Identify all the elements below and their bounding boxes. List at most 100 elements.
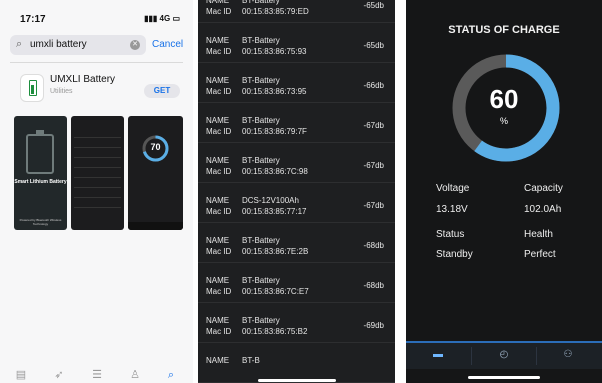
- mini-tab-bar: [128, 222, 183, 230]
- layers-icon[interactable]: ☰: [90, 368, 104, 382]
- battery-icon: [29, 80, 37, 96]
- device-rssi: -66db: [363, 81, 384, 90]
- device-mac: 00:15:83:86:7C:98: [242, 167, 308, 176]
- device-row[interactable]: NAME BT-Battery Mac ID 00:15:83:86:7E:2B -68…: [198, 223, 395, 263]
- joystick-icon[interactable]: ♙: [128, 368, 142, 382]
- app-name[interactable]: UMXLI Battery: [50, 74, 115, 85]
- name-label: NAME: [206, 36, 230, 45]
- device-row[interactable]: NAME DCS-12V100Ah Mac ID 00:15:83:85:77:17 -…: [198, 183, 395, 223]
- device-mac: 00:15:83:86:75:93: [242, 47, 307, 56]
- mini-row: [74, 158, 121, 168]
- mac-label: Mac ID: [206, 87, 232, 96]
- app-icon[interactable]: [20, 74, 44, 102]
- health-label: Health: [524, 229, 553, 240]
- device-mac: 00:15:83:86:75:B2: [242, 327, 308, 336]
- device-rssi: -65db: [363, 41, 384, 50]
- status-value: Standby: [436, 249, 473, 260]
- name-label: NAME: [206, 0, 230, 5]
- charge-value: 60: [489, 84, 519, 114]
- divider: [10, 62, 183, 63]
- network-icon[interactable]: ⚇: [558, 349, 578, 363]
- mac-label: Mac ID: [206, 207, 232, 216]
- status-bar: 17:17 ▮▮▮ 4G ▭: [12, 14, 182, 28]
- mac-label: Mac ID: [206, 47, 232, 56]
- app-screenshot-3[interactable]: 70: [128, 116, 183, 230]
- device-name: BT-Battery: [242, 76, 280, 85]
- cancel-button[interactable]: Cancel: [152, 39, 183, 50]
- mac-label: Mac ID: [206, 327, 232, 336]
- device-rssi: -68db: [363, 281, 384, 290]
- mini-row: [74, 168, 121, 178]
- device-row[interactable]: NAME BT-Battery Mac ID 00:15:83:86:73:95 -66…: [198, 63, 395, 103]
- status-label: Status: [436, 229, 465, 240]
- mac-label: Mac ID: [206, 167, 232, 176]
- tab-divider: [471, 347, 472, 365]
- mini-row: [74, 148, 121, 158]
- device-row[interactable]: NAME BT-Battery Mac ID 00:15:83:86:75:93 -65…: [198, 23, 395, 63]
- device-mac: 00:15:83:85:77:17: [242, 207, 307, 216]
- mini-row: [74, 138, 121, 148]
- mac-label: Mac ID: [206, 127, 232, 136]
- device-mac: 00:15:83:85:79:ED: [242, 7, 309, 16]
- device-name: BT-B: [242, 356, 260, 365]
- home-indicator[interactable]: [468, 376, 540, 379]
- search-input[interactable]: ⌕ umxli battery ✕: [10, 35, 146, 55]
- device-name: BT-Battery: [242, 116, 280, 125]
- search-tab-icon[interactable]: ⌕: [164, 368, 178, 382]
- app-screenshot-1[interactable]: Smart Lithium Battery Powered by Bluetoo…: [14, 116, 67, 230]
- voltage-value: 13.18V: [436, 204, 468, 215]
- gauge-icon[interactable]: ◴: [494, 349, 514, 363]
- device-row[interactable]: NAME BT-Battery Mac ID 00:15:83:86:75:B2 -69…: [198, 303, 395, 343]
- network-label: 4G: [159, 14, 171, 23]
- device-row[interactable]: NAME BT-Battery Mac ID 00:15:83:85:79:ED -65…: [198, 0, 395, 23]
- mini-row: [74, 128, 121, 138]
- device-rssi: -65db: [363, 1, 384, 10]
- search-query: umxli battery: [30, 39, 87, 50]
- screenshot-subtitle: Powered by Bluetooth Wireless Technology: [19, 218, 62, 226]
- device-name: BT-Battery: [242, 156, 280, 165]
- device-mac: 00:15:83:86:79:7F: [242, 127, 307, 136]
- capacity-label: Capacity: [524, 183, 563, 194]
- device-name: BT-Battery: [242, 36, 280, 45]
- home-indicator[interactable]: [258, 379, 336, 382]
- get-button[interactable]: GET: [144, 84, 180, 98]
- device-row[interactable]: NAME BT-Battery Mac ID 00:15:83:86:7C:98 -67…: [198, 143, 395, 183]
- device-name: BT-Battery: [242, 316, 280, 325]
- status-time: 17:17: [20, 14, 46, 25]
- search-icon: ⌕: [16, 38, 23, 50]
- status-panel: STATUS OF CHARGE 60 % Voltage Capacity 1…: [406, 0, 602, 383]
- screenshot-title: Smart Lithium Battery: [14, 179, 67, 185]
- mini-row: [74, 188, 121, 198]
- mini-charge-value: 70: [150, 142, 161, 152]
- tab-divider: [536, 347, 537, 365]
- name-label: NAME: [206, 76, 230, 85]
- percent-symbol: %: [499, 116, 508, 126]
- mac-label: Mac ID: [206, 287, 232, 296]
- battery-tab-icon[interactable]: ▬: [428, 349, 448, 363]
- device-mac: 00:15:83:86:7E:2B: [242, 247, 309, 256]
- name-label: NAME: [206, 156, 230, 165]
- health-value: Perfect: [524, 249, 556, 260]
- device-row-partial[interactable]: NAME BT-B: [198, 343, 395, 383]
- device-rssi: -67db: [363, 161, 384, 170]
- app-screenshot-2[interactable]: [71, 116, 124, 230]
- device-rssi: -67db: [363, 201, 384, 210]
- battery-illustration-icon: [26, 130, 54, 174]
- mini-row: [74, 198, 121, 208]
- signal-icon: ▮▮▮ 4G ▭: [144, 14, 180, 23]
- capacity-value: 102.0Ah: [524, 204, 562, 215]
- device-name: DCS-12V100Ah: [242, 196, 299, 205]
- name-label: NAME: [206, 116, 230, 125]
- mac-label: Mac ID: [206, 247, 232, 256]
- mini-device-list: [74, 128, 121, 208]
- today-icon[interactable]: ▤: [14, 368, 28, 382]
- device-row[interactable]: NAME BT-Battery Mac ID 00:15:83:86:7C:E7 -68…: [198, 263, 395, 303]
- clear-icon[interactable]: ✕: [130, 40, 140, 50]
- name-label: NAME: [206, 356, 230, 365]
- device-row[interactable]: NAME BT-Battery Mac ID 00:15:83:86:79:7F -67…: [198, 103, 395, 143]
- mini-row: [74, 178, 121, 188]
- screenshot-carousel[interactable]: Smart Lithium Battery Powered by Bluetoo…: [14, 116, 184, 230]
- device-list-panel: NAME BT-Battery Mac ID 00:15:83:85:79:ED -65…: [198, 0, 395, 383]
- device-mac: 00:15:83:86:7C:E7: [242, 287, 309, 296]
- rocket-icon[interactable]: ➶: [52, 368, 66, 382]
